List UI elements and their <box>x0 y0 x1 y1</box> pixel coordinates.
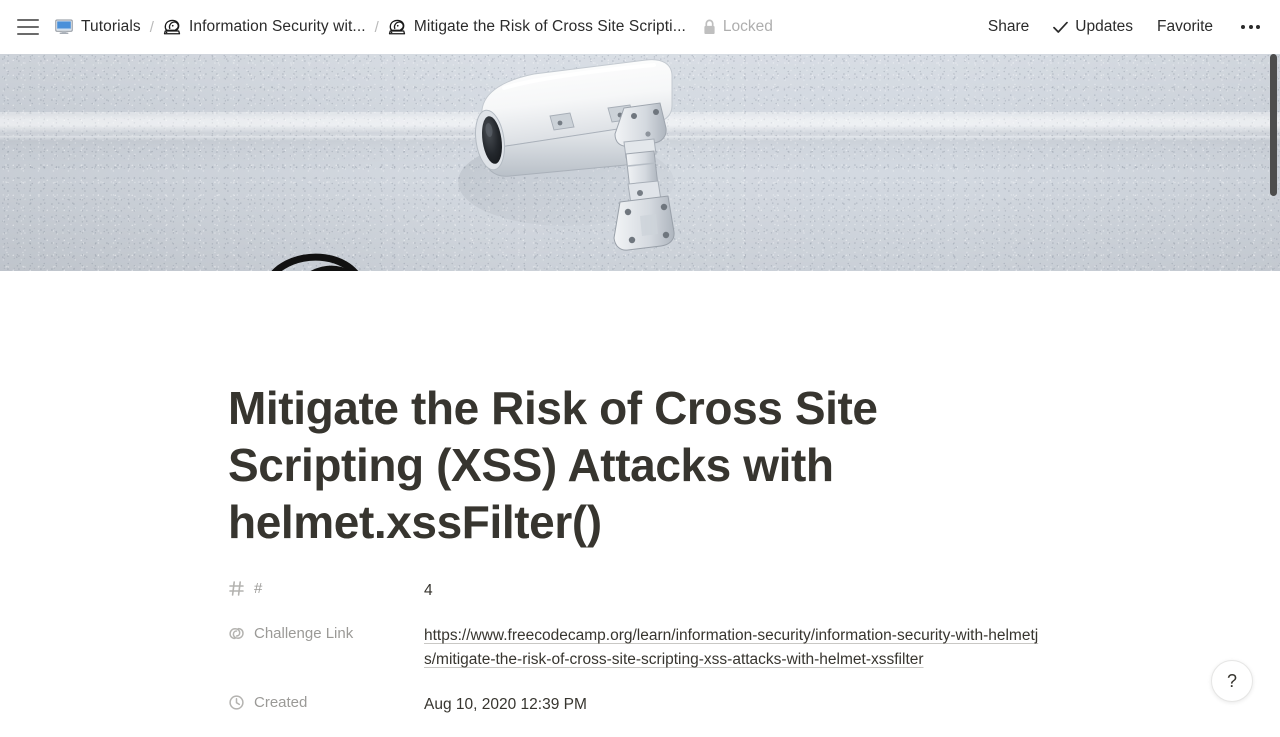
breadcrumb-label: Mitigate the Risk of Cross Site Scripti.… <box>414 18 686 36</box>
property-row-number: # 4 <box>228 578 1088 603</box>
helmet-icon <box>388 18 406 36</box>
breadcrumb-label: Information Security wit... <box>189 18 366 36</box>
ellipsis-dot <box>1256 25 1260 29</box>
property-row-challenge-link: Challenge Link https://www.freecodecamp.… <box>228 623 1088 672</box>
link-icon <box>228 625 245 642</box>
favorite-button[interactable]: Favorite <box>1157 14 1213 40</box>
property-value-created[interactable]: Aug 10, 2020 12:39 PM <box>424 692 587 717</box>
updates-label: Updates <box>1075 18 1133 36</box>
property-value-challenge-link[interactable]: https://www.freecodecamp.org/learn/infor… <box>424 623 1042 672</box>
hash-icon <box>228 580 245 597</box>
help-button[interactable]: ? <box>1211 660 1253 702</box>
share-label: Share <box>988 18 1029 36</box>
lock-icon <box>703 19 716 35</box>
top-bar-actions: Share Updates Favorite <box>964 14 1280 40</box>
favorite-label: Favorite <box>1157 18 1213 36</box>
vertical-scrollbar-track[interactable] <box>1266 54 1280 720</box>
property-key-label: Created <box>254 694 307 711</box>
hamburger-line <box>17 26 39 28</box>
hero-cover-image[interactable] <box>0 54 1280 271</box>
property-key-number[interactable]: # <box>228 578 424 597</box>
property-key-label: Challenge Link <box>254 625 353 642</box>
cctv-camera-icon <box>448 54 688 271</box>
check-icon <box>1053 21 1068 34</box>
hamburger-menu-icon[interactable] <box>17 19 39 35</box>
breadcrumb-label: Tutorials <box>81 18 141 36</box>
ellipsis-dot <box>1241 25 1245 29</box>
vertical-scrollbar-thumb[interactable] <box>1270 54 1277 196</box>
page-title[interactable]: Mitigate the Risk of Cross Site Scriptin… <box>228 380 908 551</box>
breadcrumb-separator: / <box>150 19 154 36</box>
updates-button[interactable]: Updates <box>1053 14 1133 40</box>
locked-label: Locked <box>723 18 773 36</box>
hamburger-line <box>17 19 39 21</box>
property-key-created[interactable]: Created <box>228 692 424 711</box>
breadcrumb-item-information-security[interactable]: Information Security wit... <box>163 18 366 36</box>
page-properties: # 4 Challenge Link https://www.freecodec… <box>228 578 1088 717</box>
breadcrumb: Tutorials / Information Security wit... … <box>55 18 686 36</box>
clock-icon <box>228 694 245 711</box>
breadcrumb-item-tutorials[interactable]: Tutorials <box>55 18 141 36</box>
question-mark-icon: ? <box>1227 671 1237 692</box>
page-content: Mitigate the Risk of Cross Site Scriptin… <box>228 271 1088 737</box>
locked-badge[interactable]: Locked <box>703 18 773 36</box>
page-helmet-icon[interactable] <box>247 246 375 271</box>
property-key-label: # <box>254 580 262 597</box>
top-bar: Tutorials / Information Security wit... … <box>0 0 1280 54</box>
property-key-challenge-link[interactable]: Challenge Link <box>228 623 424 642</box>
ellipsis-dot <box>1249 25 1253 29</box>
property-row-created: Created Aug 10, 2020 12:39 PM <box>228 692 1088 717</box>
breadcrumb-separator: / <box>375 19 379 36</box>
hamburger-line <box>17 33 39 35</box>
monitor-icon <box>55 19 73 35</box>
page-body: Mitigate the Risk of Cross Site Scriptin… <box>0 271 1280 720</box>
property-value-number[interactable]: 4 <box>424 578 433 603</box>
more-options-icon[interactable] <box>1239 19 1262 35</box>
helmet-icon <box>163 18 181 36</box>
breadcrumb-item-current-page[interactable]: Mitigate the Risk of Cross Site Scripti.… <box>388 18 686 36</box>
share-button[interactable]: Share <box>988 14 1029 40</box>
